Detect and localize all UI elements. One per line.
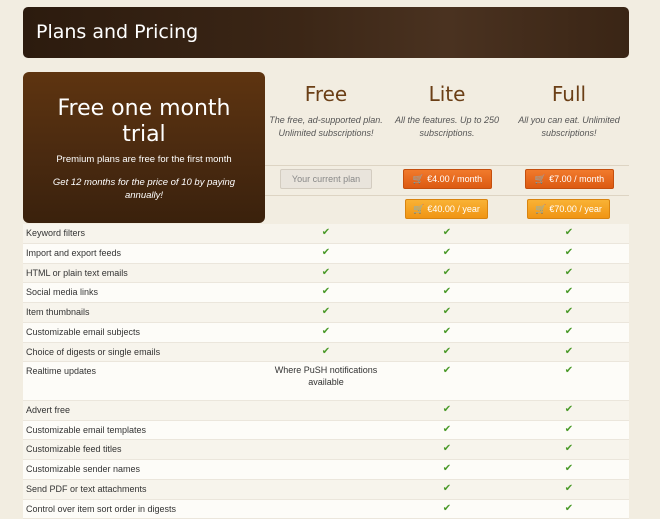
trial-banner: Free one month trial Premium plans are f… bbox=[23, 72, 265, 223]
current-plan-label: Your current plan bbox=[292, 174, 360, 184]
checkmark-icon: ✔ bbox=[387, 463, 507, 474]
trial-title: Free one month trial bbox=[23, 96, 265, 148]
checkmark-icon: ✔ bbox=[266, 326, 386, 337]
cart-icon: 🛒 bbox=[535, 204, 546, 214]
feature-label: Send PDF or text attachments bbox=[26, 484, 147, 494]
checkmark-icon: ✔ bbox=[266, 227, 386, 238]
feature-label: Choice of digests or single emails bbox=[26, 347, 160, 357]
checkmark-icon: ✔ bbox=[509, 483, 629, 494]
plan-desc-lite: All the features. Up to 250 subscription… bbox=[382, 114, 512, 140]
full-year-label: €70.00 / year bbox=[549, 204, 602, 214]
checkmark-icon: ✔ bbox=[509, 443, 629, 454]
feature-row: Keyword filters✔✔✔ bbox=[23, 224, 629, 244]
free-feature-note: Where PuSH notifications available bbox=[266, 364, 386, 388]
feature-row: Import and export feeds✔✔✔ bbox=[23, 244, 629, 264]
checkmark-icon: ✔ bbox=[387, 483, 507, 494]
checkmark-icon: ✔ bbox=[387, 227, 507, 238]
feature-row: Social media links✔✔✔ bbox=[23, 283, 629, 303]
feature-row: Control over item sort order in digests ✔… bbox=[23, 500, 629, 519]
full-month-label: €7.00 / month bbox=[549, 174, 604, 184]
feature-row: Realtime updates Where PuSH notifications… bbox=[23, 362, 629, 401]
checkmark-icon: ✔ bbox=[387, 326, 507, 337]
feature-row: Customizable feed titles ✔✔ bbox=[23, 440, 629, 460]
checkmark-icon: ✔ bbox=[387, 404, 507, 415]
checkmark-icon: ✔ bbox=[509, 404, 629, 415]
checkmark-icon: ✔ bbox=[509, 267, 629, 278]
checkmark-icon: ✔ bbox=[387, 424, 507, 435]
cart-icon: 🛒 bbox=[413, 204, 424, 214]
checkmark-icon: ✔ bbox=[387, 365, 507, 376]
checkmark-icon: ✔ bbox=[509, 346, 629, 357]
feature-row: HTML or plain text emails✔✔✔ bbox=[23, 264, 629, 284]
checkmark-icon: ✔ bbox=[509, 227, 629, 238]
checkmark-icon: ✔ bbox=[266, 346, 386, 357]
plan-name-lite: Lite bbox=[387, 82, 507, 106]
checkmark-icon: ✔ bbox=[266, 306, 386, 317]
feature-row: Send PDF or text attachments ✔✔ bbox=[23, 480, 629, 500]
lite-year-button[interactable]: 🛒€40.00 / year bbox=[405, 199, 488, 219]
checkmark-icon: ✔ bbox=[266, 286, 386, 297]
feature-label: Customizable feed titles bbox=[26, 444, 122, 454]
page-header: Plans and Pricing bbox=[23, 7, 629, 58]
checkmark-icon: ✔ bbox=[509, 286, 629, 297]
trial-subtitle: Premium plans are free for the first mon… bbox=[23, 154, 265, 165]
feature-row: Customizable sender names ✔✔ bbox=[23, 460, 629, 480]
feature-label: Import and export feeds bbox=[26, 248, 121, 258]
cart-icon: 🛒 bbox=[535, 174, 546, 184]
feature-label: Customizable email templates bbox=[26, 425, 146, 435]
feature-table: Keyword filters✔✔✔Import and export feed… bbox=[23, 224, 629, 519]
feature-row: Item thumbnails✔✔✔ bbox=[23, 303, 629, 323]
lite-month-label: €4.00 / month bbox=[427, 174, 482, 184]
checkmark-icon: ✔ bbox=[387, 503, 507, 514]
lite-year-label: €40.00 / year bbox=[427, 204, 480, 214]
checkmark-icon: ✔ bbox=[387, 443, 507, 454]
checkmark-icon: ✔ bbox=[509, 424, 629, 435]
checkmark-icon: ✔ bbox=[266, 247, 386, 258]
page-title: Plans and Pricing bbox=[36, 21, 198, 43]
current-plan-button[interactable]: Your current plan bbox=[280, 169, 372, 189]
full-year-button[interactable]: 🛒€70.00 / year bbox=[527, 199, 610, 219]
full-month-button[interactable]: 🛒€7.00 / month bbox=[525, 169, 614, 189]
feature-label: Advert free bbox=[26, 405, 70, 415]
checkmark-icon: ✔ bbox=[387, 267, 507, 278]
feature-label: Realtime updates bbox=[26, 366, 96, 376]
feature-label: Item thumbnails bbox=[26, 307, 90, 317]
feature-label: Customizable email subjects bbox=[26, 327, 140, 337]
checkmark-icon: ✔ bbox=[387, 247, 507, 258]
checkmark-icon: ✔ bbox=[509, 503, 629, 514]
checkmark-icon: ✔ bbox=[509, 306, 629, 317]
checkmark-icon: ✔ bbox=[387, 346, 507, 357]
checkmark-icon: ✔ bbox=[387, 306, 507, 317]
feature-label: Customizable sender names bbox=[26, 464, 140, 474]
plan-name-free: Free bbox=[266, 82, 386, 106]
feature-label: Social media links bbox=[26, 287, 98, 297]
checkmark-icon: ✔ bbox=[266, 267, 386, 278]
checkmark-icon: ✔ bbox=[509, 463, 629, 474]
lite-month-button[interactable]: 🛒€4.00 / month bbox=[403, 169, 492, 189]
feature-row: Choice of digests or single emails✔✔✔ bbox=[23, 343, 629, 363]
checkmark-icon: ✔ bbox=[509, 365, 629, 376]
feature-label: Control over item sort order in digests bbox=[26, 504, 176, 514]
checkmark-icon: ✔ bbox=[509, 247, 629, 258]
feature-row: Advert free ✔✔ bbox=[23, 401, 629, 421]
trial-note: Get 12 months for the price of 10 by pay… bbox=[43, 176, 245, 202]
feature-label: Keyword filters bbox=[26, 228, 85, 238]
cart-icon: 🛒 bbox=[413, 174, 424, 184]
checkmark-icon: ✔ bbox=[509, 326, 629, 337]
feature-row: Customizable email templates ✔✔ bbox=[23, 421, 629, 441]
feature-label: HTML or plain text emails bbox=[26, 268, 128, 278]
checkmark-icon: ✔ bbox=[387, 286, 507, 297]
feature-row: Customizable email subjects✔✔✔ bbox=[23, 323, 629, 343]
plan-desc-free: The free, ad-supported plan. Unlimited s… bbox=[261, 114, 391, 140]
plan-name-full: Full bbox=[509, 82, 629, 106]
plan-desc-full: All you can eat. Unlimited subscriptions… bbox=[504, 114, 634, 140]
